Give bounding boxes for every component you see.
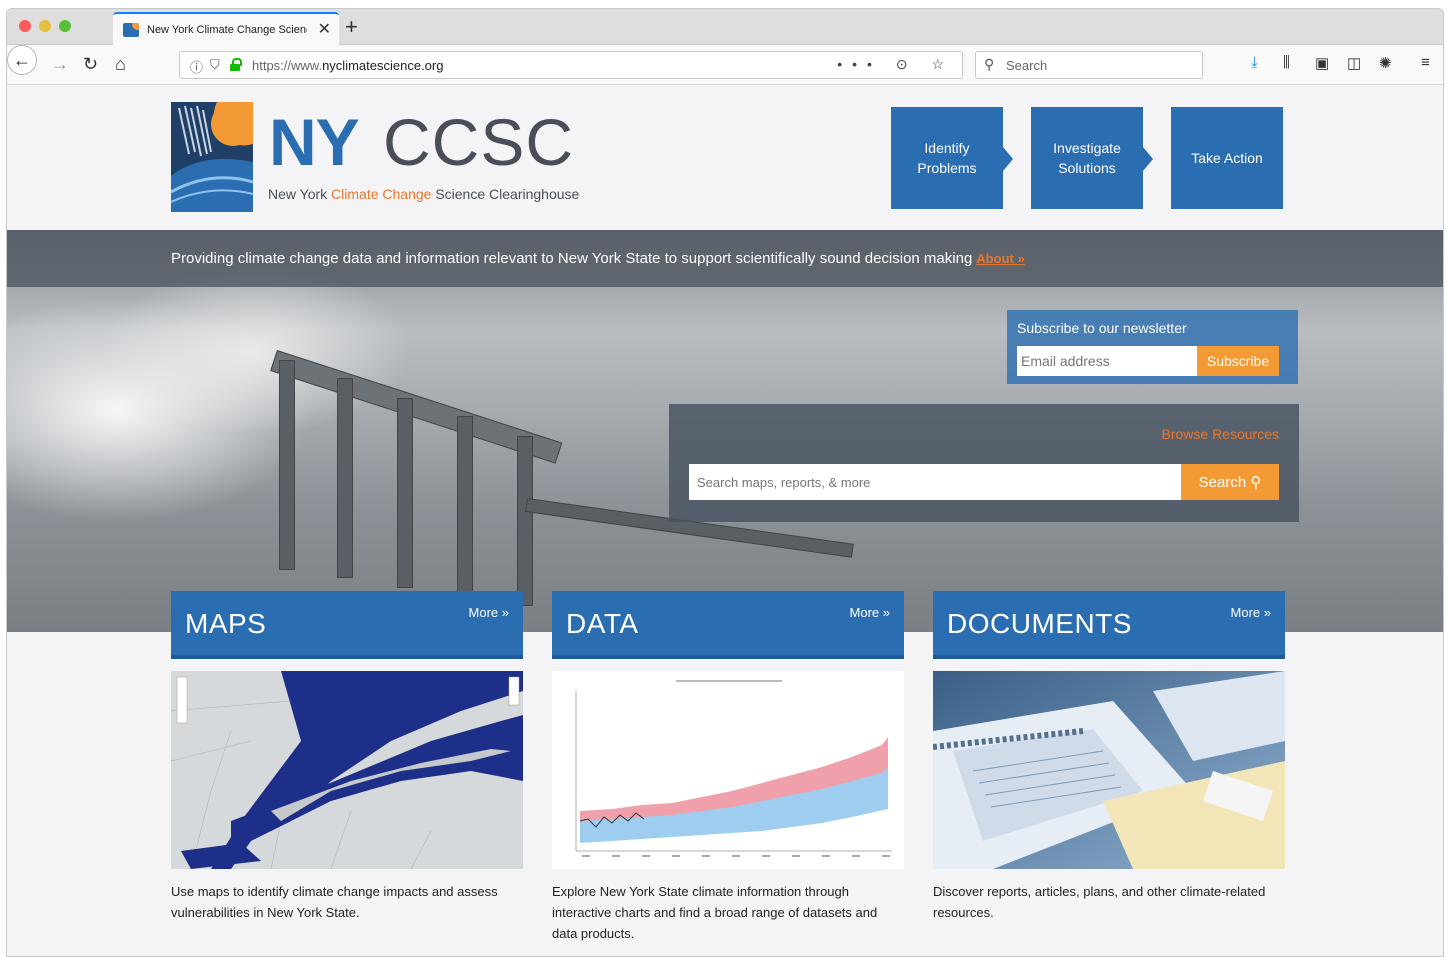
bookmark-star-icon[interactable]: ☆: [931, 56, 954, 72]
reload-icon[interactable]: ↻: [83, 53, 98, 75]
page-actions: ••• ⊙ ☆: [837, 56, 954, 73]
tagline-text: Providing climate change data and inform…: [171, 250, 1025, 267]
forward-arrow-icon[interactable]: →: [51, 53, 69, 75]
about-link[interactable]: About »: [976, 251, 1024, 266]
maps-more-link[interactable]: More »: [469, 605, 509, 620]
new-tab-icon[interactable]: +: [345, 14, 358, 40]
data-thumbnail-image[interactable]: [552, 671, 904, 869]
reader-icon[interactable]: ▣: [1315, 54, 1329, 72]
back-arrow-icon[interactable]: ←: [7, 45, 37, 75]
download-icon[interactable]: ⤓: [1251, 54, 1258, 71]
logo-ccsc-text[interactable]: CCSC: [383, 104, 574, 180]
hamburger-menu-icon[interactable]: ≡: [1421, 54, 1430, 71]
subscribe-button[interactable]: Subscribe: [1197, 346, 1279, 376]
minimize-window-button[interactable]: [39, 20, 51, 32]
newsletter-box: Subscribe to our newsletter Subscribe: [1007, 310, 1298, 384]
browser-search-bar[interactable]: ⚲ Search: [975, 51, 1203, 79]
maps-thumbnail-image[interactable]: [171, 671, 523, 869]
close-window-button[interactable]: [19, 20, 31, 32]
lock-icon: [230, 58, 242, 71]
documents-title[interactable]: DOCUMENTS: [947, 608, 1132, 640]
browse-resources-title: Browse Resources: [1161, 426, 1280, 442]
tab-bar: New York Climate Change Science Clearing…: [7, 9, 1443, 46]
maps-description: Use maps to identify climate change impa…: [171, 884, 498, 920]
documents-description: Discover reports, articles, plans, and o…: [933, 884, 1266, 920]
identify-problems-button[interactable]: Identify Problems: [891, 107, 1013, 209]
data-more-link[interactable]: More »: [850, 605, 890, 620]
zoom-window-button[interactable]: [59, 20, 71, 32]
page-actions-menu-icon[interactable]: •••: [837, 56, 882, 72]
documents-thumbnail-image[interactable]: [933, 671, 1285, 869]
hero-banner: Providing climate change data and inform…: [7, 230, 1443, 632]
extension-icon[interactable]: ✺: [1379, 54, 1392, 72]
nyccsc-logo-icon[interactable]: [171, 102, 253, 212]
search-icon: ⚲: [984, 56, 995, 72]
documents-more-link[interactable]: More »: [1231, 605, 1271, 620]
url-text[interactable]: https://www.nyclimatescience.org: [252, 58, 443, 73]
data-description: Explore New York State climate informati…: [552, 884, 878, 941]
page-content: NY CCSC New York Climate Change Science …: [7, 86, 1443, 956]
url-bar[interactable]: ⓘ ⛉ https://www.nyclimatescience.org •••…: [179, 51, 963, 79]
documents-card-header[interactable]: DOCUMENTS More »: [933, 591, 1285, 659]
resource-search-input[interactable]: [689, 464, 1183, 500]
nav-toolbar: ← → ↻ ⌂ ⓘ ⛉ https://www.nyclimatescience…: [7, 45, 1443, 85]
search-icon: ⚲: [1250, 474, 1262, 491]
sidebar-icon[interactable]: ◫: [1347, 54, 1361, 72]
maps-title[interactable]: MAPS: [185, 608, 266, 640]
browser-window: New York Climate Change Science Clearing…: [6, 8, 1444, 957]
pocket-icon[interactable]: ⊙: [896, 56, 918, 72]
logo-subtitle: New York Climate Change Science Clearing…: [268, 186, 580, 202]
investigate-solutions-button[interactable]: Investigate Solutions: [1031, 107, 1153, 209]
tab-title: New York Climate Change Science Clearing…: [147, 24, 307, 36]
browse-resources-box: Browse Resources Search ⚲: [669, 404, 1299, 522]
home-icon[interactable]: ⌂: [115, 53, 126, 75]
documents-card: DOCUMENTS More » Discover reports, artic…: [933, 591, 1285, 923]
logo-ny-text[interactable]: NY: [269, 104, 360, 180]
data-card-header[interactable]: DATA More »: [552, 591, 904, 659]
browser-tab[interactable]: New York Climate Change Science Clearing…: [113, 12, 339, 46]
tagline-band: Providing climate change data and inform…: [7, 230, 1443, 287]
close-tab-icon[interactable]: ✕: [318, 19, 331, 39]
info-icon[interactable]: ⓘ: [190, 57, 203, 76]
resource-search-button[interactable]: Search ⚲: [1181, 464, 1279, 500]
search-placeholder: Search: [1006, 58, 1048, 73]
maps-card-header[interactable]: MAPS More »: [171, 591, 523, 659]
site-favicon-icon: [123, 23, 139, 37]
email-field[interactable]: [1017, 346, 1197, 376]
data-title[interactable]: DATA: [566, 608, 639, 640]
take-action-button[interactable]: Take Action: [1171, 107, 1283, 209]
newsletter-title: Subscribe to our newsletter: [1017, 320, 1187, 336]
maps-card: MAPS More » Use maps to identify climate…: [171, 591, 523, 923]
library-icon[interactable]: ⫼: [1283, 54, 1290, 71]
data-card: DATA More » Explore New York State clima…: [552, 591, 904, 944]
tracking-shield-icon[interactable]: ⛉: [210, 57, 220, 73]
